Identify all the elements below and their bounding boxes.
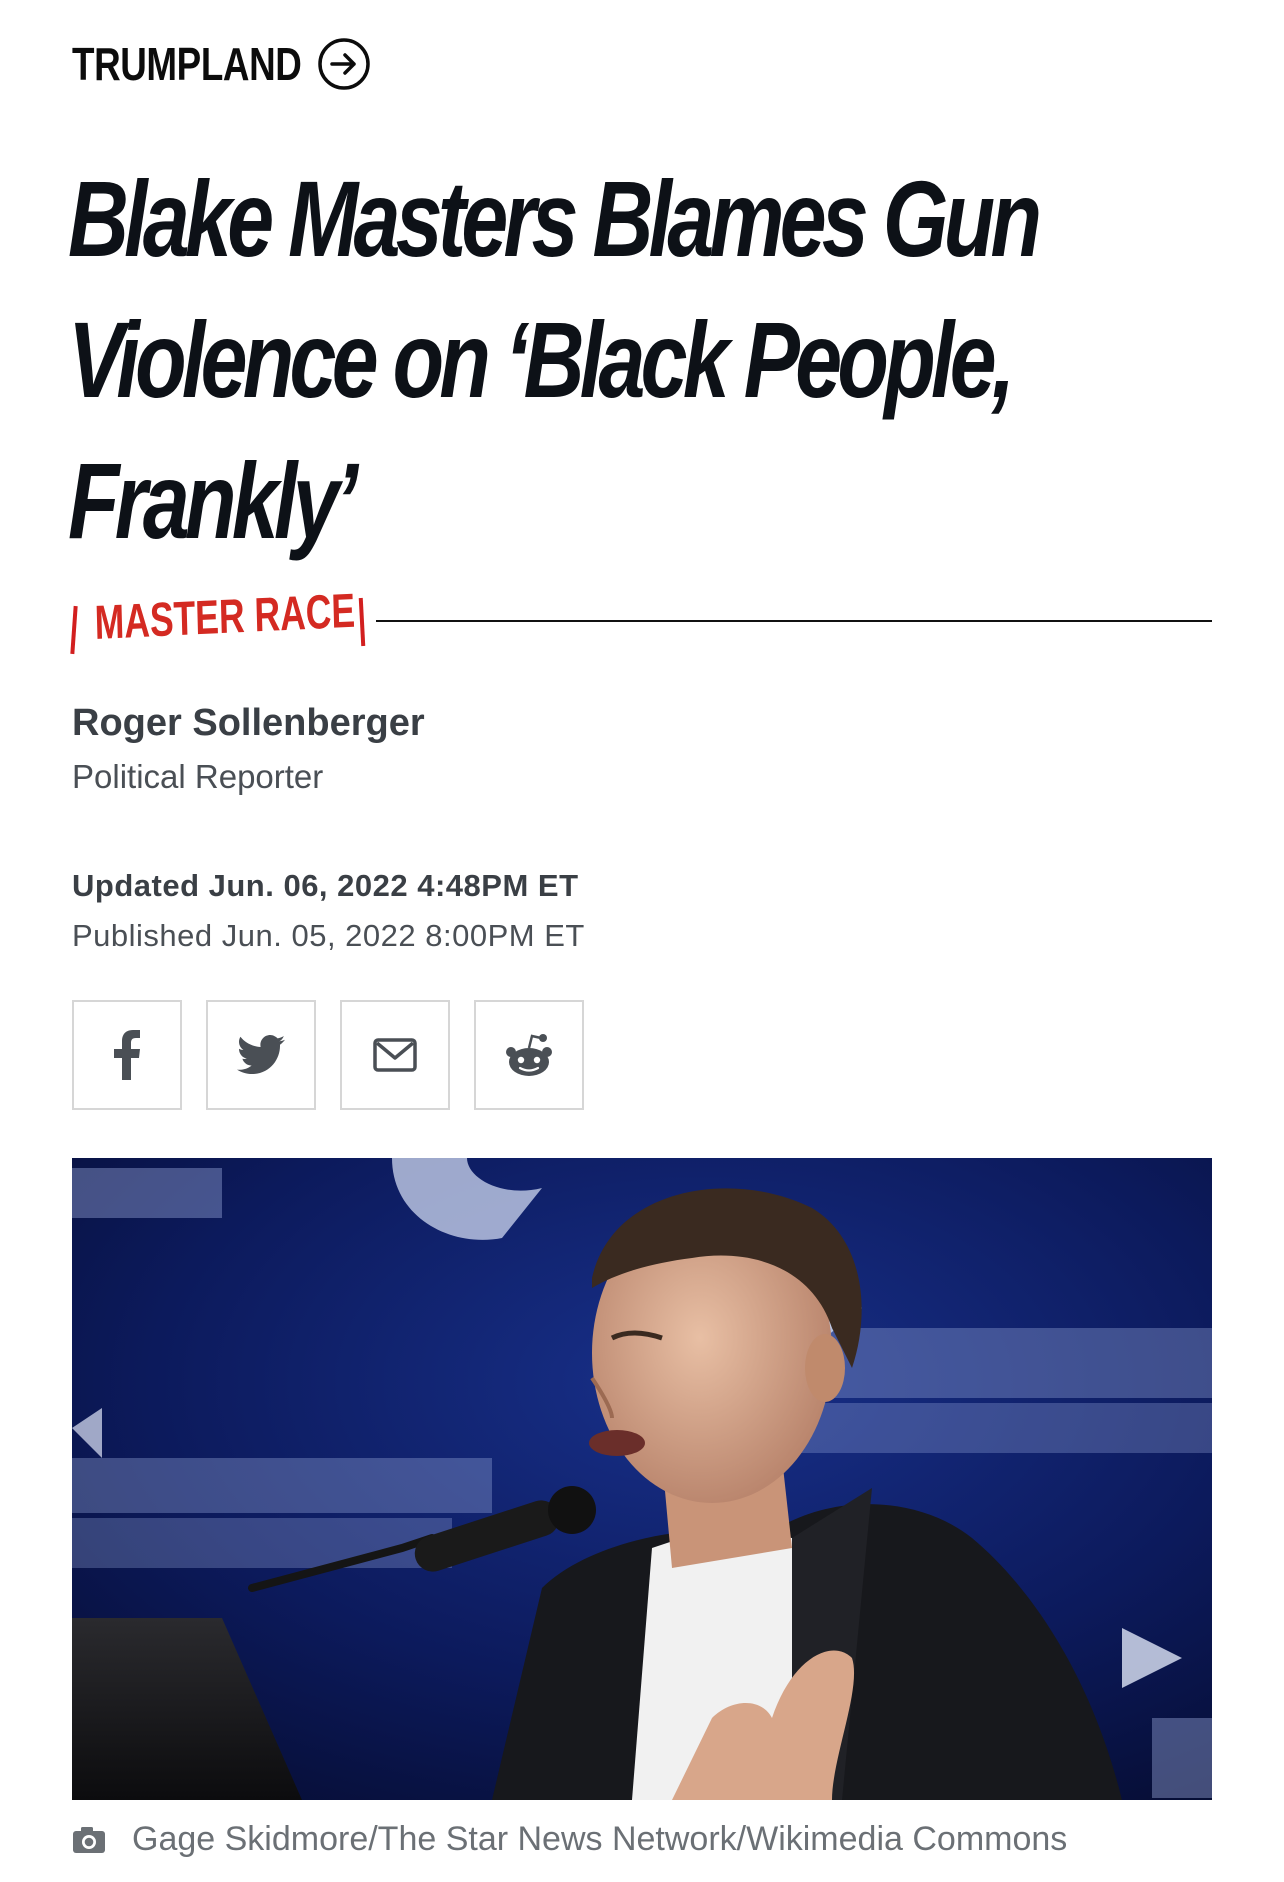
tag-bracket-left [70,605,78,655]
section-link[interactable]: TRUMPLAND [72,36,372,92]
tag-link[interactable]: MASTER RACE [94,583,362,651]
tag-divider [376,620,1212,622]
tag-bracket-right [358,597,366,647]
tag-row: MASTER RACE [70,585,1212,662]
share-email-button[interactable] [340,1000,450,1110]
share-facebook-button[interactable] [72,1000,182,1110]
author-role: Political Reporter [72,758,324,795]
photo-credit: Gage Skidmore/The Star News Network/Wiki… [132,1820,1068,1858]
facebook-icon [114,1030,140,1080]
photo-caption: Gage Skidmore/The Star News Network/Wiki… [72,1820,1067,1859]
share-reddit-button[interactable] [474,1000,584,1110]
author-name[interactable]: Roger Sollenberger [72,702,425,745]
headline: Blake Masters Blames Gun Violence on ‘Bl… [68,158,1042,561]
speaker-photo [72,1158,1212,1800]
hero-photo [72,1158,1212,1800]
reddit-icon [506,1034,552,1076]
twitter-icon [237,1035,285,1074]
camera-icon [73,1826,105,1853]
share-bar [72,1000,584,1110]
arrow-right-circle-icon [318,38,370,90]
share-twitter-button[interactable] [206,1000,316,1110]
section-label: TRUMPLAND [72,38,302,90]
email-icon [373,1038,417,1072]
date-published: Published Jun. 05, 2022 8:00PM ET [72,918,585,953]
date-updated: Updated Jun. 06, 2022 4:48PM ET [72,868,579,903]
